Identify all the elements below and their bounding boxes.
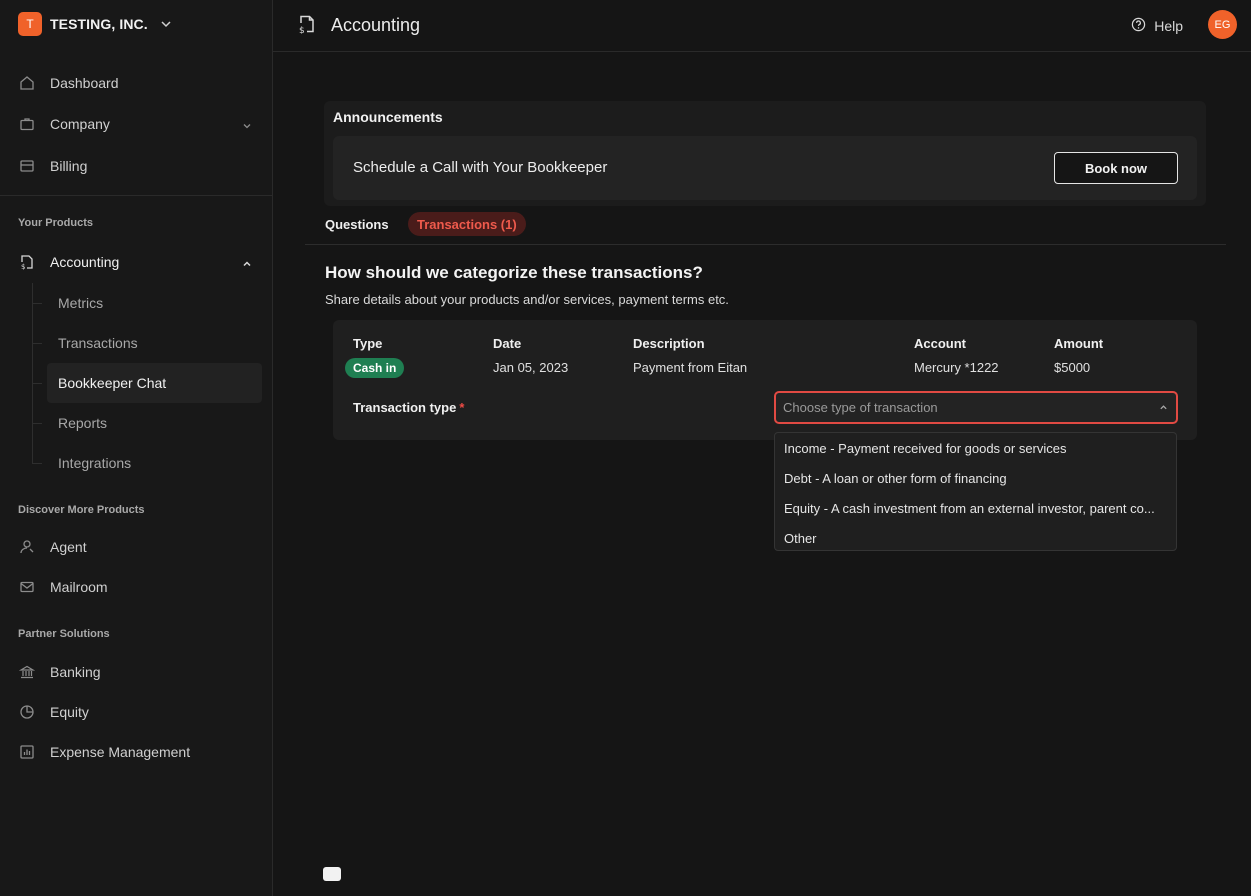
sidebar-subitem-reports[interactable]: Reports	[32, 403, 262, 443]
section-label-partner: Partner Solutions	[18, 628, 110, 640]
help-button[interactable]: Help	[1131, 17, 1183, 35]
sidebar-item-label: Dashboard	[50, 75, 119, 91]
sidebar-item-label: Equity	[50, 704, 89, 720]
sidebar-item-label: Billing	[50, 158, 88, 174]
chat-widget-icon[interactable]	[323, 867, 341, 881]
announcements-title: Announcements	[333, 109, 443, 125]
org-logo: T	[18, 12, 42, 36]
sidebar-subitem-label: Integrations	[58, 455, 132, 471]
sidebar-item-expense-management[interactable]: Expense Management	[18, 734, 260, 770]
chevron-down-icon	[160, 18, 172, 30]
briefcase-icon	[18, 115, 36, 133]
column-header-amount: Amount	[1054, 336, 1104, 351]
transaction-type-select[interactable]: Choose type of transaction	[774, 391, 1178, 424]
billing-icon	[18, 157, 36, 175]
sidebar-subitem-integrations[interactable]: Integrations	[32, 443, 262, 483]
help-label: Help	[1154, 18, 1183, 34]
sidebar-item-label: Agent	[50, 539, 87, 555]
transaction-date: Jan 05, 2023	[493, 360, 569, 375]
sidebar-subitem-label: Metrics	[58, 295, 104, 311]
transaction-type-label: Transaction type *	[353, 400, 464, 415]
announcement-text: Schedule a Call with Your Bookkeeper	[353, 159, 608, 176]
avatar[interactable]: EG	[1208, 10, 1237, 39]
required-mark: *	[459, 400, 465, 415]
transaction-type-dropdown: Income - Payment received for goods or s…	[774, 432, 1177, 551]
announcements-card: Announcements Schedule a Call with Your …	[324, 101, 1206, 206]
sidebar-subitem-bookkeeper-chat[interactable]: Bookkeeper Chat	[32, 363, 262, 403]
top-bar: $ Accounting Help EG	[273, 0, 1251, 52]
sidebar-subitem-transactions[interactable]: Transactions	[32, 323, 262, 363]
org-name: TESTING, INC.	[50, 16, 148, 32]
sidebar-item-equity[interactable]: Equity	[18, 694, 260, 730]
sidebar-subitem-label: Transactions	[58, 335, 138, 351]
sidebar-subitem-metrics[interactable]: Metrics	[32, 283, 262, 323]
chevron-down-icon	[242, 118, 252, 134]
section-label-your-products: Your Products	[18, 217, 93, 229]
transaction-account: Mercury *1222	[914, 360, 999, 375]
sidebar: T TESTING, INC. Dashboard Company Billin…	[0, 0, 273, 896]
sidebar-item-label: Company	[50, 116, 110, 132]
column-header-type: Type	[353, 336, 383, 351]
sidebar-item-label: Banking	[50, 664, 101, 680]
dropdown-option-equity[interactable]: Equity - A cash investment from an exter…	[775, 493, 1176, 523]
pie-chart-icon	[18, 703, 36, 721]
select-placeholder: Choose type of transaction	[783, 400, 938, 415]
question-title: How should we categorize these transacti…	[325, 263, 703, 282]
sidebar-item-label: Mailroom	[50, 579, 108, 595]
sidebar-divider	[0, 195, 272, 196]
tree-line	[32, 283, 33, 463]
accounting-icon: $	[297, 14, 317, 37]
question-subtitle: Share details about your products and/or…	[325, 292, 729, 307]
dropdown-option-debt[interactable]: Debt - A loan or other form of financing	[775, 463, 1176, 493]
tabs: Questions Transactions (1)	[305, 212, 1226, 245]
sidebar-item-banking[interactable]: Banking	[18, 654, 260, 690]
announcement-item: Schedule a Call with Your Bookkeeper Boo…	[333, 136, 1197, 200]
tab-transactions[interactable]: Transactions (1)	[408, 212, 526, 236]
org-switcher[interactable]: T TESTING, INC.	[18, 12, 172, 36]
sidebar-item-accounting[interactable]: $ Accounting	[18, 244, 260, 280]
dropdown-option-other[interactable]: Other	[775, 523, 1176, 553]
transaction-description: Payment from Eitan	[633, 360, 748, 375]
column-header-account: Account	[914, 336, 966, 351]
transaction-type-label-text: Transaction type	[353, 400, 457, 415]
sidebar-subitem-label: Bookkeeper Chat	[58, 375, 167, 391]
question-circle-icon	[1131, 17, 1146, 35]
column-header-description: Description	[633, 336, 705, 351]
sidebar-item-mailroom[interactable]: Mailroom	[18, 569, 260, 605]
chevron-up-icon	[242, 256, 252, 272]
column-header-date: Date	[493, 336, 522, 351]
page-header: $ Accounting	[297, 14, 420, 37]
book-now-button[interactable]: Book now	[1054, 152, 1178, 184]
section-label-discover: Discover More Products	[18, 504, 145, 516]
transaction-amount: $5000	[1054, 360, 1091, 375]
dropdown-option-income[interactable]: Income - Payment received for goods or s…	[775, 433, 1176, 463]
bar-chart-icon	[18, 743, 36, 761]
page-title: Accounting	[331, 15, 421, 35]
svg-text:$: $	[299, 26, 305, 34]
sidebar-item-agent[interactable]: Agent	[18, 529, 260, 565]
sidebar-item-label: Expense Management	[50, 744, 191, 760]
bank-icon	[18, 663, 36, 681]
sidebar-subitem-label: Reports	[58, 415, 108, 431]
home-icon	[18, 74, 36, 92]
accounting-icon: $	[18, 253, 36, 271]
sidebar-item-dashboard[interactable]: Dashboard	[18, 65, 260, 101]
status-badge: Cash in	[345, 358, 405, 378]
tab-questions[interactable]: Questions	[325, 212, 389, 236]
sidebar-item-label: Accounting	[50, 254, 120, 270]
chevron-up-icon	[1159, 403, 1168, 412]
sidebar-item-company[interactable]: Company	[18, 106, 260, 142]
svg-text:$: $	[21, 263, 25, 270]
mail-icon	[18, 578, 36, 596]
sidebar-item-billing[interactable]: Billing	[18, 148, 260, 184]
agent-icon	[18, 538, 36, 556]
